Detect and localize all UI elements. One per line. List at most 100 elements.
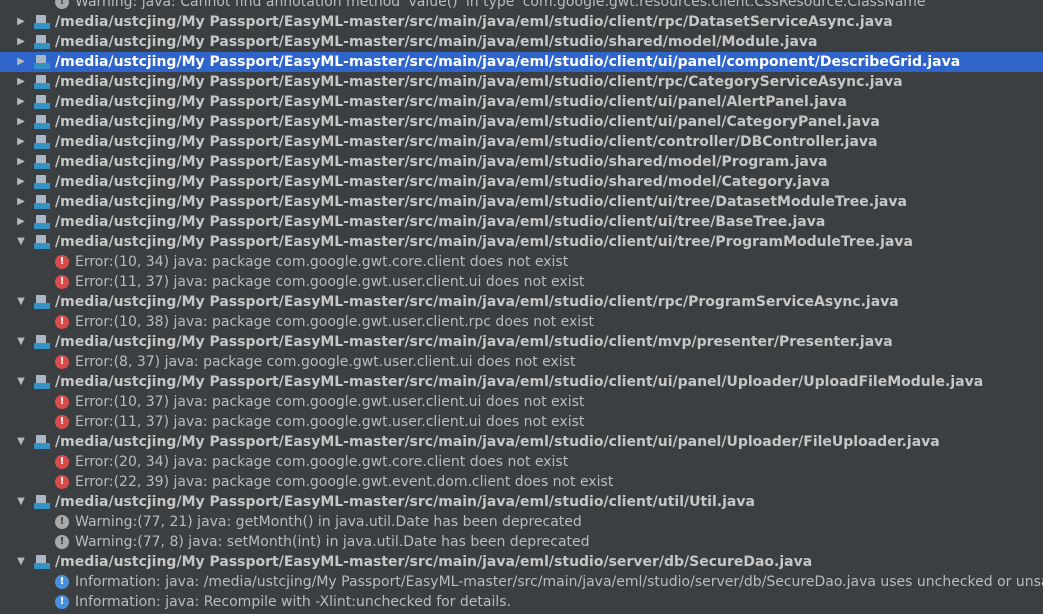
error-message[interactable]: ! Error:(10, 37) java: package com.google… bbox=[0, 392, 1043, 412]
message-text: Error:(10, 34) java: package com.google.… bbox=[75, 254, 569, 270]
collapsed-arrow-icon[interactable]: ▶ bbox=[15, 52, 27, 72]
collapsed-arrow-icon[interactable]: ▶ bbox=[15, 32, 27, 52]
collapsed-arrow-icon[interactable]: ▶ bbox=[15, 12, 27, 32]
info-message[interactable]: ! Information: java: Recompile with -Xlin… bbox=[0, 592, 1043, 612]
file-node[interactable]: ▼ /media/ustcjing/My Passport/EasyML-mast… bbox=[0, 292, 1043, 312]
java-file-icon bbox=[34, 295, 50, 309]
message-text: Information: java: /media/ustcjing/My Pa… bbox=[75, 574, 1043, 590]
message-text: Error:(10, 38) java: package com.google.… bbox=[75, 314, 594, 330]
file-path: /media/ustcjing/My Passport/EasyML-maste… bbox=[55, 434, 940, 450]
file-path: /media/ustcjing/My Passport/EasyML-maste… bbox=[55, 334, 893, 350]
collapsed-arrow-icon[interactable]: ▶ bbox=[15, 92, 27, 112]
error-icon: ! bbox=[55, 455, 69, 469]
file-node[interactable]: ▶ /media/ustcjing/My Passport/EasyML-mast… bbox=[0, 52, 1043, 72]
file-node[interactable]: ▶ /media/ustcjing/My Passport/EasyML-mast… bbox=[0, 192, 1043, 212]
java-file-icon bbox=[34, 95, 50, 109]
message-text: Warning:(77, 8) java: setMonth(int) in j… bbox=[75, 534, 590, 550]
expanded-arrow-icon[interactable]: ▼ bbox=[15, 432, 27, 452]
error-icon: ! bbox=[55, 415, 69, 429]
file-node[interactable]: ▶ /media/ustcjing/My Passport/EasyML-mast… bbox=[0, 32, 1043, 52]
message-text: Warning: java: Cannot find annotation me… bbox=[75, 0, 930, 10]
message-text: Error:(22, 39) java: package com.google.… bbox=[75, 474, 614, 490]
message-text: Error:(10, 37) java: package com.google.… bbox=[75, 394, 585, 410]
error-message[interactable]: ! Error:(22, 39) java: package com.google… bbox=[0, 472, 1043, 492]
message-text: Warning:(77, 21) java: getMonth() in jav… bbox=[75, 514, 582, 530]
file-path: /media/ustcjing/My Passport/EasyML-maste… bbox=[55, 494, 755, 510]
warning-icon: ! bbox=[55, 515, 69, 529]
file-node[interactable]: ▼ /media/ustcjing/My Passport/EasyML-mast… bbox=[0, 232, 1043, 252]
error-message[interactable]: ! Error:(11, 37) java: package com.google… bbox=[0, 272, 1043, 292]
collapsed-arrow-icon[interactable]: ▶ bbox=[15, 72, 27, 92]
expanded-arrow-icon[interactable]: ▼ bbox=[15, 492, 27, 512]
error-message[interactable]: ! Error:(10, 38) java: package com.google… bbox=[0, 312, 1043, 332]
error-icon: ! bbox=[55, 275, 69, 289]
expanded-arrow-icon[interactable]: ▼ bbox=[15, 372, 27, 392]
file-node[interactable]: ▶ /media/ustcjing/My Passport/EasyML-mast… bbox=[0, 132, 1043, 152]
info-icon: ! bbox=[55, 595, 69, 609]
file-path: /media/ustcjing/My Passport/EasyML-maste… bbox=[55, 94, 847, 110]
file-node[interactable]: ▼ /media/ustcjing/My Passport/EasyML-mast… bbox=[0, 372, 1043, 392]
file-path: /media/ustcjing/My Passport/EasyML-maste… bbox=[55, 214, 826, 230]
java-file-icon bbox=[34, 55, 50, 69]
file-path: /media/ustcjing/My Passport/EasyML-maste… bbox=[55, 114, 880, 130]
java-file-icon bbox=[34, 375, 50, 389]
error-icon: ! bbox=[55, 255, 69, 269]
info-icon: ! bbox=[55, 575, 69, 589]
java-file-icon bbox=[34, 155, 50, 169]
file-path: /media/ustcjing/My Passport/EasyML-maste… bbox=[55, 234, 913, 250]
file-node[interactable]: ▼ /media/ustcjing/My Passport/EasyML-mast… bbox=[0, 432, 1043, 452]
warning-message[interactable]: ! Warning:(77, 21) java: getMonth() in ja… bbox=[0, 512, 1043, 532]
file-path: /media/ustcjing/My Passport/EasyML-maste… bbox=[55, 554, 813, 570]
error-message[interactable]: ! Error:(10, 34) java: package com.google… bbox=[0, 252, 1043, 272]
file-path: /media/ustcjing/My Passport/EasyML-maste… bbox=[55, 374, 984, 390]
java-file-icon bbox=[34, 175, 50, 189]
warning-message[interactable]: ! Warning: java: Cannot find annotation m… bbox=[0, 0, 1043, 12]
error-message[interactable]: ! Error:(8, 37) java: package com.google.… bbox=[0, 352, 1043, 372]
java-file-icon bbox=[34, 135, 50, 149]
collapsed-arrow-icon[interactable]: ▶ bbox=[15, 212, 27, 232]
message-text: Error:(20, 34) java: package com.google.… bbox=[75, 454, 569, 470]
file-node[interactable]: ▶ /media/ustcjing/My Passport/EasyML-mast… bbox=[0, 72, 1043, 92]
file-node[interactable]: ▶ /media/ustcjing/My Passport/EasyML-mast… bbox=[0, 12, 1043, 32]
java-file-icon bbox=[34, 215, 50, 229]
file-node[interactable]: ▼ /media/ustcjing/My Passport/EasyML-mast… bbox=[0, 332, 1043, 352]
file-path: /media/ustcjing/My Passport/EasyML-maste… bbox=[55, 34, 818, 50]
file-node[interactable]: ▼ /media/ustcjing/My Passport/EasyML-mast… bbox=[0, 552, 1043, 572]
file-node[interactable]: ▶ /media/ustcjing/My Passport/EasyML-mast… bbox=[0, 212, 1043, 232]
file-node[interactable]: ▶ /media/ustcjing/My Passport/EasyML-mast… bbox=[0, 152, 1043, 172]
warning-icon: ! bbox=[55, 0, 69, 9]
warning-icon: ! bbox=[55, 535, 69, 549]
java-file-icon bbox=[34, 335, 50, 349]
file-node[interactable]: ▶ /media/ustcjing/My Passport/EasyML-mast… bbox=[0, 112, 1043, 132]
file-node[interactable]: ▼ /media/ustcjing/My Passport/EasyML-mast… bbox=[0, 492, 1043, 512]
file-path: /media/ustcjing/My Passport/EasyML-maste… bbox=[55, 14, 893, 30]
expanded-arrow-icon[interactable]: ▼ bbox=[15, 232, 27, 252]
file-path: /media/ustcjing/My Passport/EasyML-maste… bbox=[55, 74, 903, 90]
message-text: Error:(11, 37) java: package com.google.… bbox=[75, 414, 585, 430]
message-text: Error:(8, 37) java: package com.google.g… bbox=[75, 354, 576, 370]
messages-tree[interactable]: ! Warning: java: Cannot find annotation m… bbox=[0, 0, 1043, 614]
java-file-icon bbox=[34, 115, 50, 129]
java-file-icon bbox=[34, 195, 50, 209]
info-message[interactable]: ! Information: java: /media/ustcjing/My P… bbox=[0, 572, 1043, 592]
error-icon: ! bbox=[55, 315, 69, 329]
file-node[interactable]: ▶ /media/ustcjing/My Passport/EasyML-mast… bbox=[0, 92, 1043, 112]
collapsed-arrow-icon[interactable]: ▶ bbox=[15, 192, 27, 212]
file-path: /media/ustcjing/My Passport/EasyML-maste… bbox=[55, 194, 907, 210]
java-file-icon bbox=[34, 15, 50, 29]
file-node[interactable]: ▶ /media/ustcjing/My Passport/EasyML-mast… bbox=[0, 172, 1043, 192]
collapsed-arrow-icon[interactable]: ▶ bbox=[15, 172, 27, 192]
warning-message[interactable]: ! Warning:(77, 8) java: setMonth(int) in … bbox=[0, 532, 1043, 552]
expanded-arrow-icon[interactable]: ▼ bbox=[15, 292, 27, 312]
java-file-icon bbox=[34, 35, 50, 49]
expanded-arrow-icon[interactable]: ▼ bbox=[15, 332, 27, 352]
file-path: /media/ustcjing/My Passport/EasyML-maste… bbox=[55, 154, 828, 170]
error-message[interactable]: ! Error:(20, 34) java: package com.google… bbox=[0, 452, 1043, 472]
expanded-arrow-icon[interactable]: ▼ bbox=[15, 552, 27, 572]
collapsed-arrow-icon[interactable]: ▶ bbox=[15, 152, 27, 172]
collapsed-arrow-icon[interactable]: ▶ bbox=[15, 132, 27, 152]
error-message[interactable]: ! Error:(11, 37) java: package com.google… bbox=[0, 412, 1043, 432]
java-file-icon bbox=[34, 435, 50, 449]
error-icon: ! bbox=[55, 475, 69, 489]
collapsed-arrow-icon[interactable]: ▶ bbox=[15, 112, 27, 132]
